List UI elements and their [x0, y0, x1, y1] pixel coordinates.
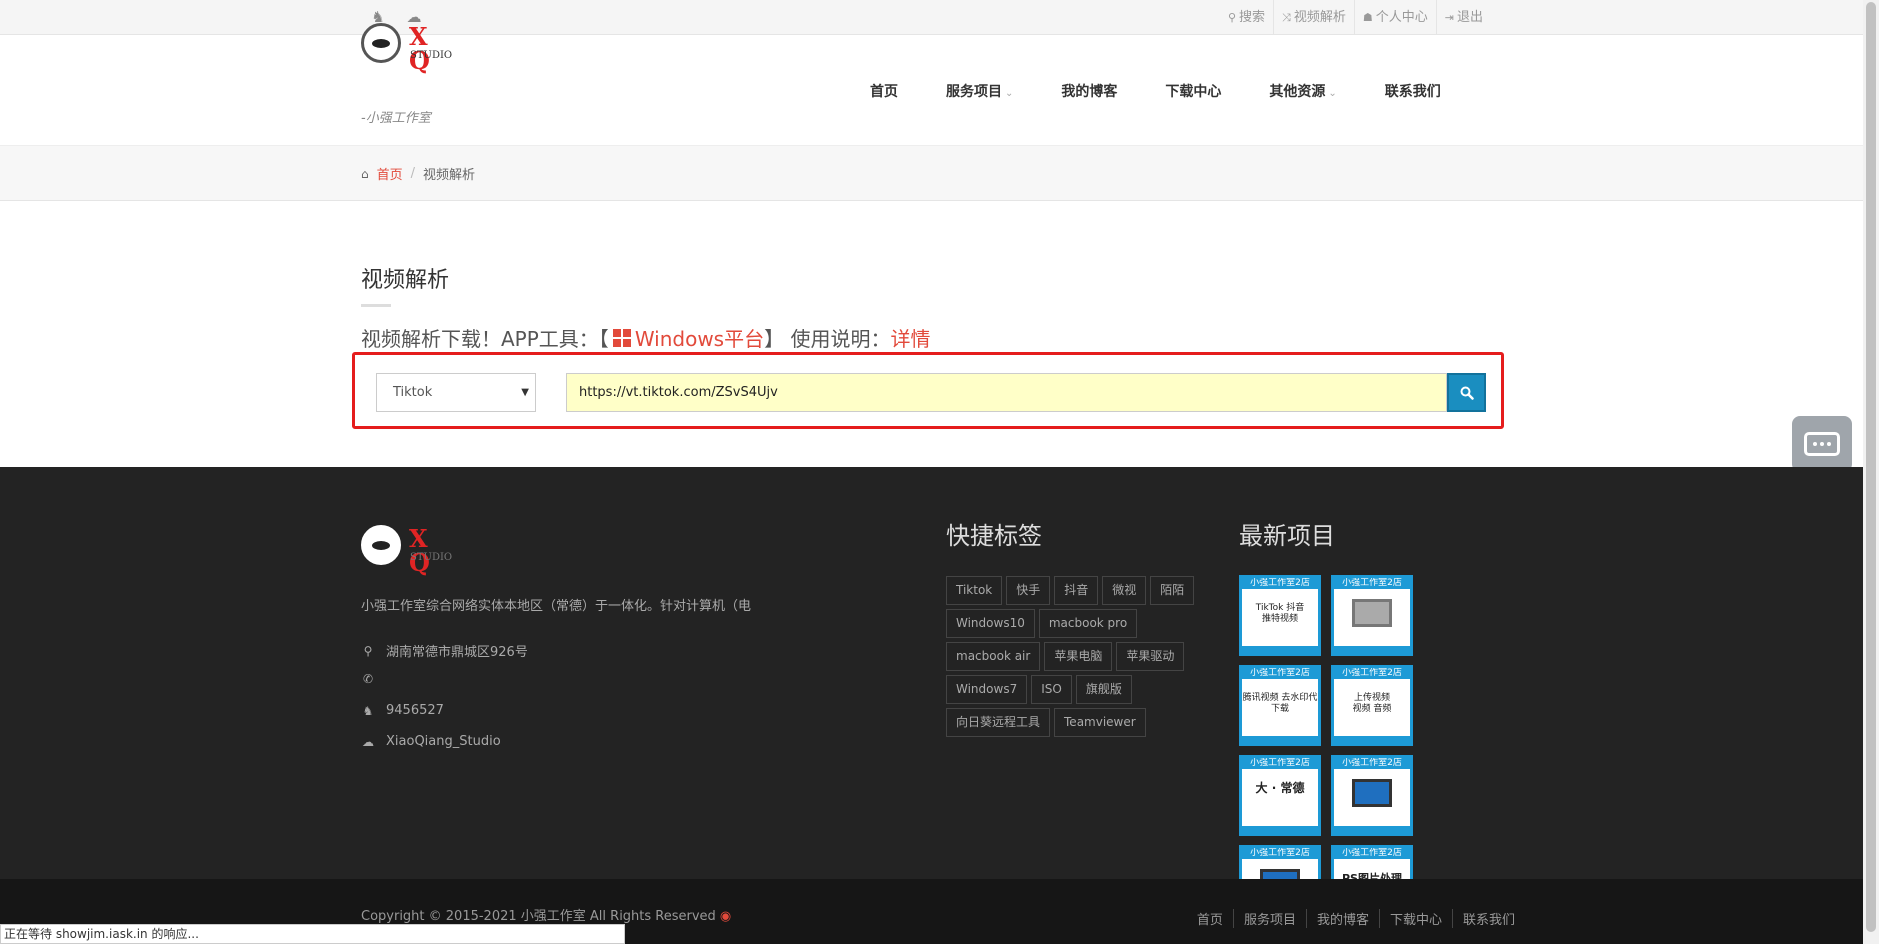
- home-icon: ⌂: [361, 166, 369, 181]
- footer-phone: ✆: [361, 672, 386, 686]
- nav-resources[interactable]: 其他资源 ⌄: [1269, 81, 1336, 101]
- map-pin-icon: ⚲: [363, 643, 373, 658]
- project-thumbnails: 小强工作室2店 TikTok 抖音 推特视频 小强工作室2店 小强工作室2店 腾讯视…: [1239, 575, 1503, 926]
- scrollbar-thumb[interactable]: [1866, 2, 1876, 932]
- tag[interactable]: 陌陌: [1150, 576, 1195, 605]
- windows-platform-link[interactable]: Windows平台: [635, 323, 764, 352]
- chat-widget[interactable]: [1792, 416, 1852, 472]
- footer-link-services[interactable]: 服务项目: [1232, 909, 1306, 928]
- project-thumb[interactable]: 小强工作室2店 上传视频 视频 音频: [1331, 665, 1413, 746]
- nav-downloads[interactable]: 下载中心: [1165, 81, 1221, 101]
- search-button[interactable]: [1447, 373, 1486, 412]
- top-link-user-center[interactable]: ☗ 个人中心: [1353, 0, 1436, 35]
- browser-status-bar: 正在等待 showjim.iask.in 的响应...: [0, 924, 625, 944]
- tag[interactable]: 向日葵远程工具: [946, 708, 1051, 737]
- tag[interactable]: Teamviewer: [1054, 708, 1146, 737]
- search-icon: [1460, 386, 1474, 400]
- chat-bubble-icon: [1804, 432, 1840, 456]
- scrollbar[interactable]: [1863, 0, 1879, 944]
- breadcrumb-current: 视频解析: [423, 168, 476, 183]
- tag[interactable]: ISO: [1031, 675, 1072, 704]
- details-link[interactable]: 详情: [890, 323, 930, 352]
- tag[interactable]: 苹果驱动: [1116, 642, 1185, 671]
- hard-drive-icon: [1352, 599, 1392, 627]
- tag[interactable]: macbook pro: [1038, 609, 1138, 638]
- top-link-search[interactable]: ⚲ 搜索: [1220, 0, 1273, 35]
- footer-logo: X Q STUDIO: [361, 525, 461, 575]
- breadcrumb: ⌂ 首页 / 视频解析: [361, 164, 475, 183]
- nav-contact[interactable]: 联系我们: [1385, 81, 1441, 101]
- logo-studio: STUDIO: [410, 50, 453, 61]
- main-nav: 首页 服务项目 ⌄ 我的博客 下载中心 其他资源 ⌄ 联系我们: [870, 35, 1489, 146]
- footer-link-blog[interactable]: 我的博客: [1305, 909, 1379, 928]
- tag[interactable]: Windows7: [946, 675, 1028, 704]
- tag[interactable]: 微视: [1102, 576, 1147, 605]
- promo-line: 视频解析下载！APP工具：【 Windows平台 】 使用说明： 详情: [361, 323, 930, 352]
- windows-icon: [612, 328, 631, 347]
- logo-studio: STUDIO: [410, 552, 453, 563]
- platform-select[interactable]: Tiktok ▼: [376, 373, 536, 412]
- tag[interactable]: 旗舰版: [1075, 675, 1132, 704]
- wechat-icon: ☁: [362, 734, 374, 749]
- dropdown-arrow-icon: ▼: [521, 387, 529, 398]
- footer-link-downloads[interactable]: 下载中心: [1378, 909, 1452, 928]
- footer-description: 小强工作室综合网络实体本地区（常德）于一体化。针对计算机（电: [361, 599, 752, 614]
- search-icon: ⚲: [1227, 11, 1237, 24]
- chevron-down-icon: ⌄: [1328, 87, 1337, 99]
- breadcrumb-separator: /: [410, 166, 416, 181]
- projects-heading: 最新项目: [1239, 522, 1335, 550]
- rss-icon[interactable]: ◉: [720, 909, 731, 924]
- footer-wechat: ☁ XiaoQiang_Studio: [362, 734, 501, 749]
- logout-icon: ⇥: [1444, 11, 1454, 24]
- monitor-icon: [1352, 779, 1392, 807]
- quick-tags: Tiktok 快手 抖音 微视 陌陌 Windows10 macbook pro…: [946, 576, 1214, 737]
- tag[interactable]: 快手: [1006, 576, 1051, 605]
- logo-tagline: -小强工作室: [361, 111, 431, 126]
- logo-emblem: [361, 23, 401, 63]
- breadcrumb-home[interactable]: 首页: [377, 164, 403, 183]
- nav-blog[interactable]: 我的博客: [1061, 81, 1117, 101]
- shuffle-icon: ⤨: [1282, 11, 1291, 24]
- top-link-video-parse[interactable]: ⤨ 视频解析: [1273, 0, 1354, 35]
- users-icon: ☗: [1362, 11, 1373, 24]
- tag[interactable]: 苹果电脑: [1044, 642, 1113, 671]
- project-thumb[interactable]: 小强工作室2店 腾讯视频 去水印代下载: [1239, 665, 1321, 746]
- nav-home[interactable]: 首页: [870, 81, 898, 101]
- copyright: Copyright © 2015-2021 小强工作室 All Rights R…: [361, 909, 732, 924]
- page-title: 视频解析: [361, 268, 450, 293]
- footer-link-contact[interactable]: 联系我们: [1451, 909, 1525, 928]
- logo-xq: X Q: [409, 524, 436, 577]
- tag[interactable]: Tiktok: [946, 576, 1003, 605]
- project-thumb[interactable]: 小强工作室2店 TikTok 抖音 推特视频: [1239, 575, 1321, 656]
- tag[interactable]: 抖音: [1054, 576, 1099, 605]
- footer-link-home[interactable]: 首页: [1187, 909, 1233, 928]
- top-links: ⚲ 搜索 ⤨ 视频解析 ☗ 个人中心 ⇥ 退出: [1220, 0, 1491, 35]
- top-bar: ♞ ☁ ⚲ 搜索 ⤨ 视频解析 ☗ 个人中心 ⇥ 退出: [0, 0, 1863, 35]
- footer-links: 首页 服务项目 我的博客 下载中心 联系我们: [1187, 909, 1525, 928]
- site-logo[interactable]: X Q STUDIO: [361, 23, 461, 83]
- url-input[interactable]: https://vt.tiktok.com/ZSvS4Ujv: [566, 373, 1447, 412]
- tags-heading: 快捷标签: [946, 522, 1042, 550]
- tag[interactable]: macbook air: [946, 642, 1041, 671]
- project-thumb[interactable]: 小强工作室2店: [1331, 575, 1413, 656]
- footer: [0, 467, 1863, 879]
- tag[interactable]: Windows10: [946, 609, 1035, 638]
- breadcrumb-band: ⌂ 首页 / 视频解析: [0, 146, 1863, 201]
- project-thumb[interactable]: 小强工作室2店大 · 常德: [1239, 755, 1321, 836]
- phone-icon: ✆: [362, 672, 374, 686]
- chevron-down-icon: ⌄: [1005, 87, 1014, 99]
- qq-icon: ♞: [362, 703, 374, 718]
- project-thumb[interactable]: 小强工作室2店: [1331, 755, 1413, 836]
- title-underline: [361, 304, 391, 307]
- footer-qq: ♞ 9456527: [362, 703, 444, 718]
- nav-services[interactable]: 服务项目 ⌄: [946, 81, 1013, 101]
- footer-address: ⚲ 湖南常德市鼎城区926号: [361, 641, 528, 661]
- logo-emblem: [361, 525, 401, 565]
- top-link-logout[interactable]: ⇥ 退出: [1435, 0, 1491, 35]
- logo-xq: X Q: [409, 22, 436, 75]
